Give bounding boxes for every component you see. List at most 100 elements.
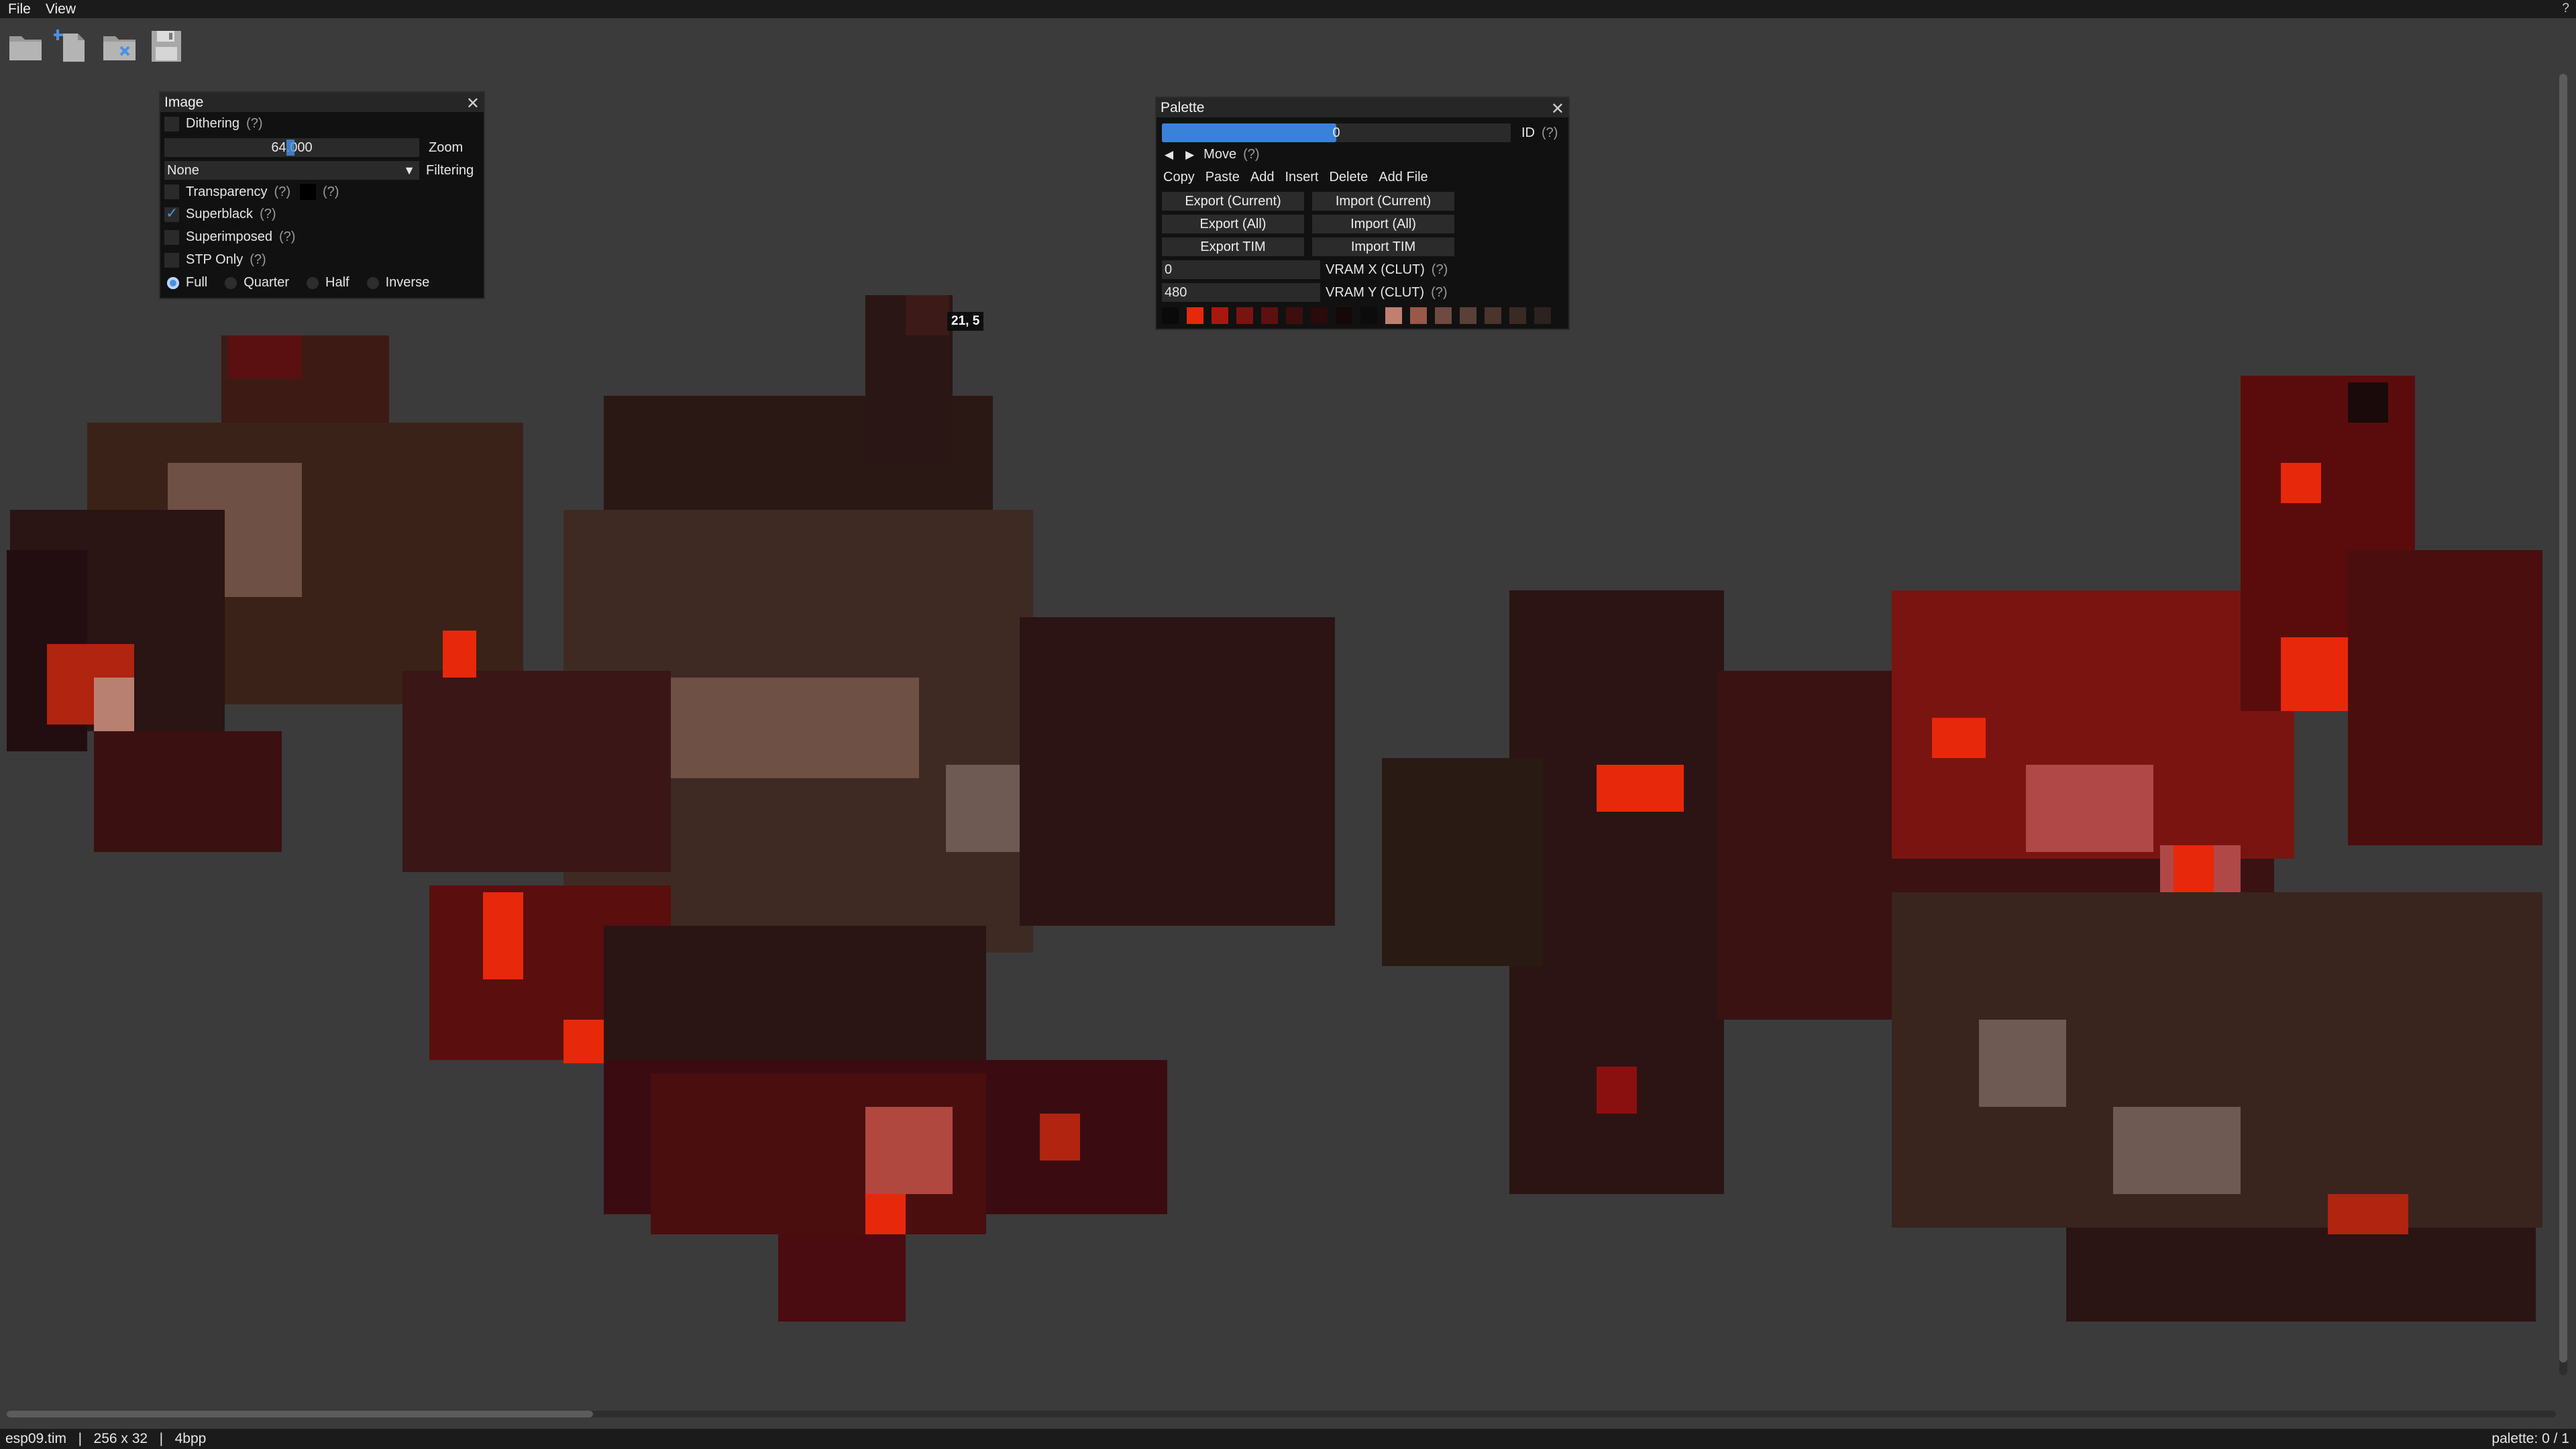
dithering-help[interactable]: (?) [246,116,262,131]
vram-x-input[interactable]: 0 [1162,260,1320,279]
superimposed-label: Superimposed [186,229,272,244]
palette-swatch[interactable] [1509,307,1526,324]
vertical-scrollbar-thumb[interactable] [2559,74,2567,1362]
blend-inverse-radio[interactable] [366,276,379,289]
sprite-left [7,295,1335,1322]
palette-swatch[interactable] [1336,307,1352,324]
add-file-button[interactable]: Add File [1379,170,1428,185]
checkmark-icon: ✓ [166,204,178,221]
export-tim-button[interactable]: Export TIM [1162,237,1304,256]
vertical-scrollbar[interactable] [2559,74,2567,1375]
blend-full-label: Full [186,275,208,290]
copy-button[interactable]: Copy [1163,170,1195,185]
palette-swatch[interactable] [1286,307,1303,324]
status-separator: | [159,1431,164,1446]
add-button[interactable]: Add [1250,170,1275,185]
palette-swatch[interactable] [1435,307,1452,324]
stp-only-label: STP Only [186,252,244,267]
chevron-down-icon: ▼ [403,163,415,177]
palette-id-slider[interactable]: 0 [1162,123,1511,142]
image-panel-title-text: Image [164,94,204,110]
palette-swatch[interactable] [1311,307,1328,324]
palette-actions: Copy Paste Add Insert Delete Add File [1163,170,1428,185]
palette-swatch[interactable] [1261,307,1278,324]
palette-swatches [1162,307,1551,324]
insert-button[interactable]: Insert [1285,170,1318,185]
zoom-slider-handle[interactable] [286,140,294,156]
superblack-checkbox[interactable]: ✓ [164,204,179,222]
status-filename: esp09.tim [5,1431,67,1446]
vram-y-value: 480 [1165,284,1187,300]
import-current-button[interactable]: Import (Current) [1312,192,1454,211]
filtering-dropdown[interactable]: None ▼ [164,161,419,180]
vram-y-input[interactable]: 480 [1162,283,1320,302]
move-row: ◀ ▶ Move (?) [1165,147,1260,162]
palette-swatch[interactable] [1410,307,1427,324]
stp-only-help[interactable]: (?) [250,252,266,268]
delete-button[interactable]: Delete [1329,170,1368,185]
horizontal-scrollbar[interactable] [7,1411,2556,1417]
import-tim-button[interactable]: Import TIM [1312,237,1454,256]
palette-id-value: 0 [1332,125,1340,140]
blend-half-label: Half [325,275,350,290]
paste-button[interactable]: Paste [1205,170,1240,185]
status-bit-depth: 4bpp [174,1431,207,1446]
vram-y-help[interactable]: (?) [1431,285,1447,301]
superblack-help[interactable]: (?) [260,207,276,222]
transparency-checkbox[interactable] [164,184,179,199]
vram-y-row: 480 VRAM Y (CLUT) (?) [1162,283,1448,302]
image-panel: Image ✕ Dithering (?) 64.000 Zoom None ▼… [159,91,485,299]
zoom-slider[interactable]: 64.000 [164,138,419,157]
arrow-right-icon[interactable]: ▶ [1185,148,1194,162]
palette-swatch[interactable] [1460,307,1477,324]
vram-x-help[interactable]: (?) [1432,262,1448,278]
palette-swatch[interactable] [1212,307,1228,324]
blend-quarter-label: Quarter [244,275,290,290]
blend-half-radio[interactable] [307,276,319,289]
close-icon[interactable]: ✕ [1551,99,1564,119]
palette-swatch[interactable] [1485,307,1501,324]
status-bar: esp09.tim | 256 x 32 | 4bpp palette: 0 /… [0,1429,2576,1449]
stp-only-checkbox[interactable] [164,252,179,268]
export-import-row-1: Export (Current) Import (Current) [1162,192,1454,211]
status-file-info: esp09.tim | 256 x 32 | 4bpp [5,1431,206,1447]
horizontal-scrollbar-thumb[interactable] [7,1411,593,1417]
palette-swatch[interactable] [1236,307,1253,324]
blend-full-radio[interactable] [167,276,179,289]
palette-id-help[interactable]: (?) [1542,125,1558,141]
superimposed-checkbox[interactable] [164,229,179,245]
transparency-color-swatch[interactable] [300,184,316,200]
dithering-checkbox[interactable] [164,116,179,131]
superimposed-help[interactable]: (?) [279,229,295,245]
export-import-row-3: Export TIM Import TIM [1162,237,1454,256]
zoom-label: Zoom [429,140,464,155]
palette-id-label: ID [1521,125,1535,140]
image-panel-title: Image ✕ [160,93,484,113]
status-dimensions: 256 x 32 [93,1431,148,1446]
palette-swatch[interactable] [1360,307,1377,324]
blend-inverse-label: Inverse [385,275,430,290]
palette-swatch[interactable] [1162,307,1179,324]
import-all-button[interactable]: Import (All) [1312,215,1454,233]
palette-swatch[interactable] [1187,307,1203,324]
move-help[interactable]: (?) [1243,147,1259,162]
close-icon[interactable]: ✕ [466,94,480,113]
pixel-coordinate-tooltip: 21, 5 [947,312,984,331]
palette-id-row: 0 ID (?) [1162,123,1558,142]
arrow-left-icon[interactable]: ◀ [1165,148,1173,162]
export-current-button[interactable]: Export (Current) [1162,192,1304,211]
vram-x-label: VRAM X (CLUT) [1326,262,1425,277]
palette-swatch[interactable] [1534,307,1551,324]
blend-quarter-radio[interactable] [225,276,237,289]
transparency-color-help[interactable]: (?) [323,184,339,200]
export-all-button[interactable]: Export (All) [1162,215,1304,233]
palette-panel-title-text: Palette [1161,99,1205,115]
vram-x-row: 0 VRAM X (CLUT) (?) [1162,260,1448,279]
transparency-help[interactable]: (?) [274,184,290,200]
palette-swatch[interactable] [1385,307,1402,324]
filtering-value: None [167,162,199,178]
dithering-label: Dithering [186,116,240,131]
superblack-row: ✓ Superblack (?) [164,204,276,222]
vram-y-label: VRAM Y (CLUT) [1326,284,1425,300]
export-import-row-2: Export (All) Import (All) [1162,215,1454,233]
